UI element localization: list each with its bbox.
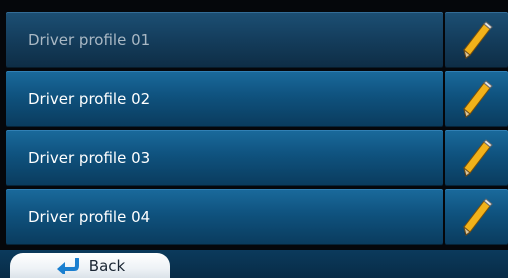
profile-list-screen: Driver profile 01 Driver profile 02 Driv… xyxy=(0,0,508,278)
pencil-icon xyxy=(460,197,494,237)
back-label: Back xyxy=(88,257,126,275)
profile-label: Driver profile 03 xyxy=(28,149,151,167)
driver-profile-02-button[interactable]: Driver profile 02 xyxy=(6,71,443,127)
profile-label: Driver profile 04 xyxy=(28,208,151,226)
back-button[interactable]: Back xyxy=(10,253,170,278)
back-arrow-icon xyxy=(55,258,81,274)
driver-profile-03-button[interactable]: Driver profile 03 xyxy=(6,130,443,186)
edit-profile-02-button[interactable] xyxy=(445,71,508,127)
driver-profile-list: Driver profile 01 Driver profile 02 Driv… xyxy=(6,12,508,248)
list-item: Driver profile 01 xyxy=(6,12,508,68)
driver-profile-04-button[interactable]: Driver profile 04 xyxy=(6,189,443,245)
edit-profile-04-button[interactable] xyxy=(445,189,508,245)
edit-profile-01-button[interactable] xyxy=(445,12,508,68)
list-item: Driver profile 03 xyxy=(6,130,508,186)
list-item: Driver profile 04 xyxy=(6,189,508,245)
pencil-icon xyxy=(460,138,494,178)
list-item: Driver profile 02 xyxy=(6,71,508,127)
profile-label: Driver profile 01 xyxy=(28,31,151,49)
driver-profile-01-button[interactable]: Driver profile 01 xyxy=(6,12,443,68)
bottom-bar: Back xyxy=(0,250,508,278)
pencil-icon xyxy=(460,79,494,119)
edit-profile-03-button[interactable] xyxy=(445,130,508,186)
profile-label: Driver profile 02 xyxy=(28,90,151,108)
pencil-icon xyxy=(460,20,494,60)
